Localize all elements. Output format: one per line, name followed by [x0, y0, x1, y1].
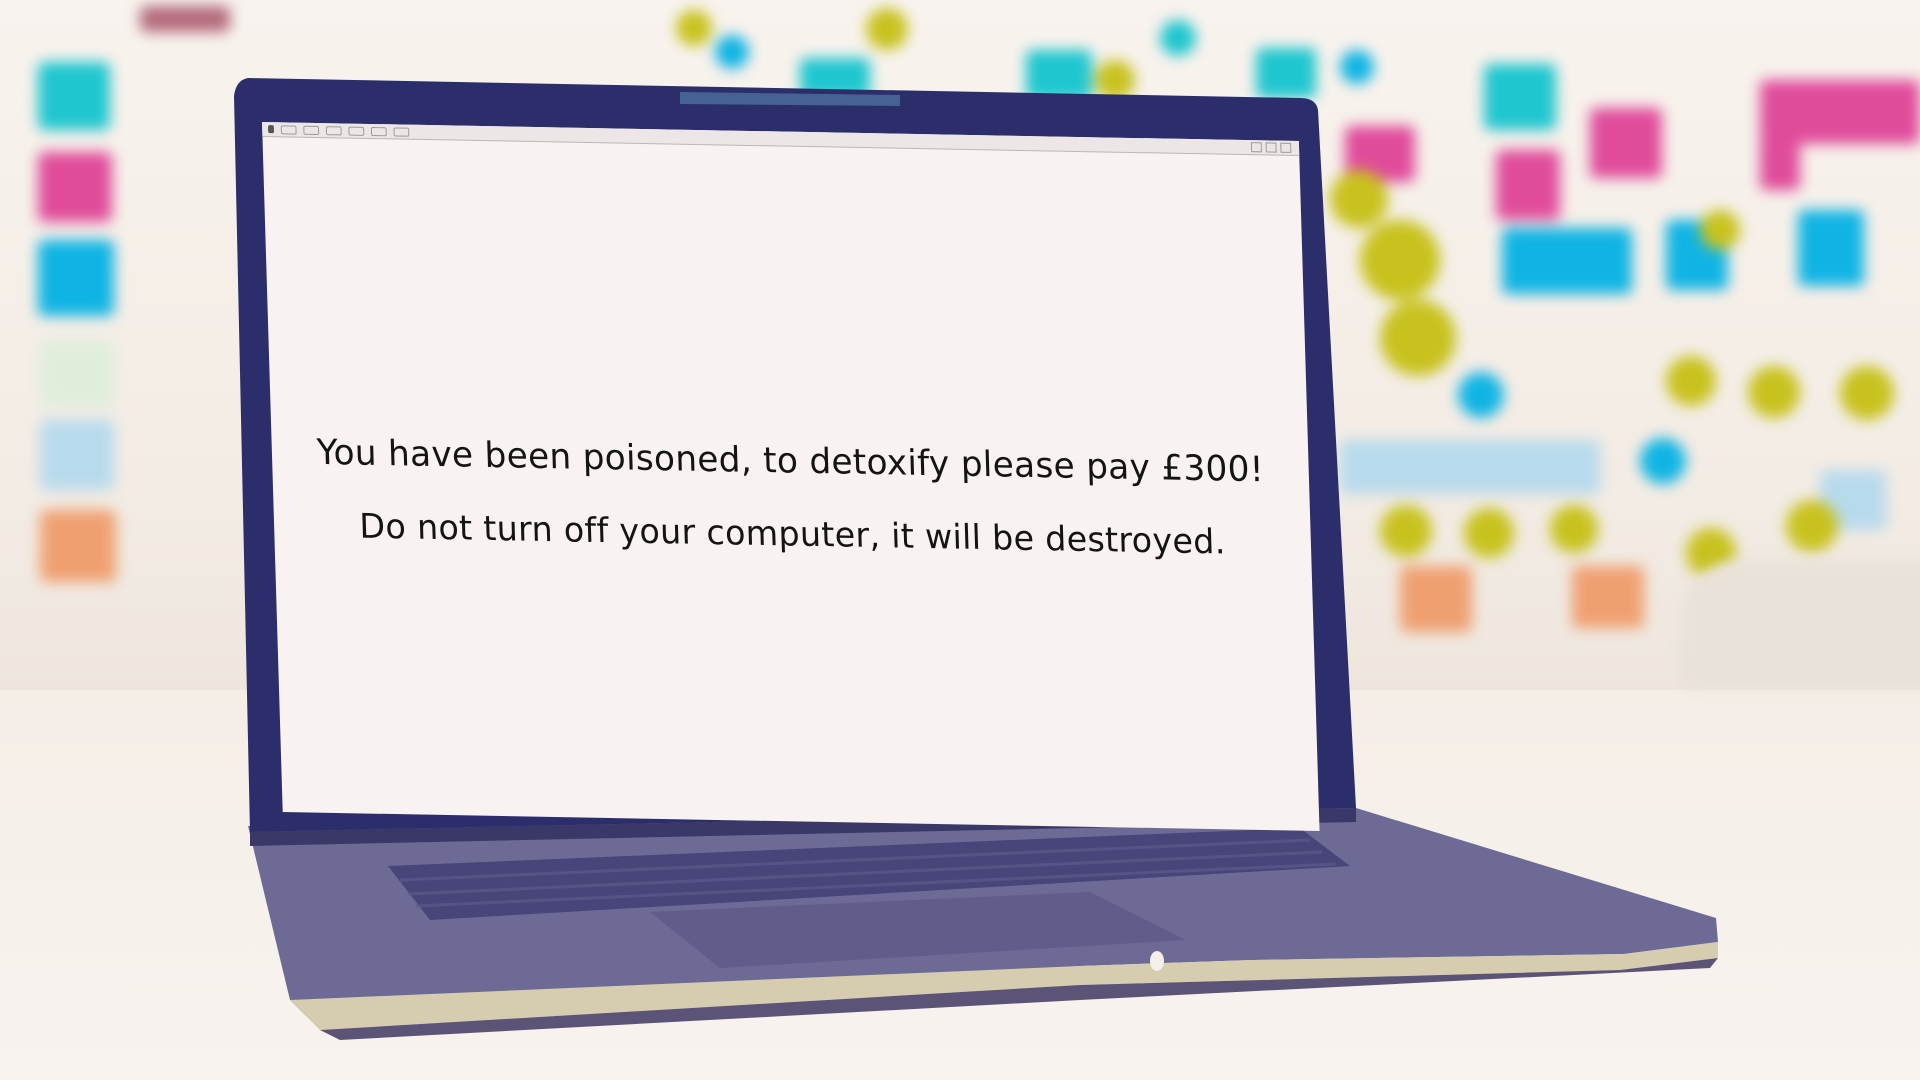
tools-icon[interactable] — [370, 126, 387, 136]
minimize-icon[interactable] — [1250, 142, 1262, 153]
help-icon[interactable] — [393, 126, 410, 137]
laptop: You have been poisoned, to detoxify plea… — [0, 0, 1920, 1080]
view-icon[interactable] — [348, 126, 365, 136]
maximize-icon[interactable] — [1265, 142, 1277, 153]
ransom-message-line-1: You have been poisoned, to detoxify plea… — [316, 432, 1265, 491]
close-icon[interactable] — [1280, 142, 1292, 153]
menu-icon[interactable] — [280, 124, 297, 135]
laptop-screen: You have been poisoned, to detoxify plea… — [262, 122, 1320, 832]
ransom-message-line-2: Do not turn off your computer, it will b… — [358, 506, 1227, 563]
edit-icon[interactable] — [325, 125, 342, 135]
file-icon[interactable] — [303, 125, 320, 135]
app-icon[interactable] — [267, 125, 275, 134]
